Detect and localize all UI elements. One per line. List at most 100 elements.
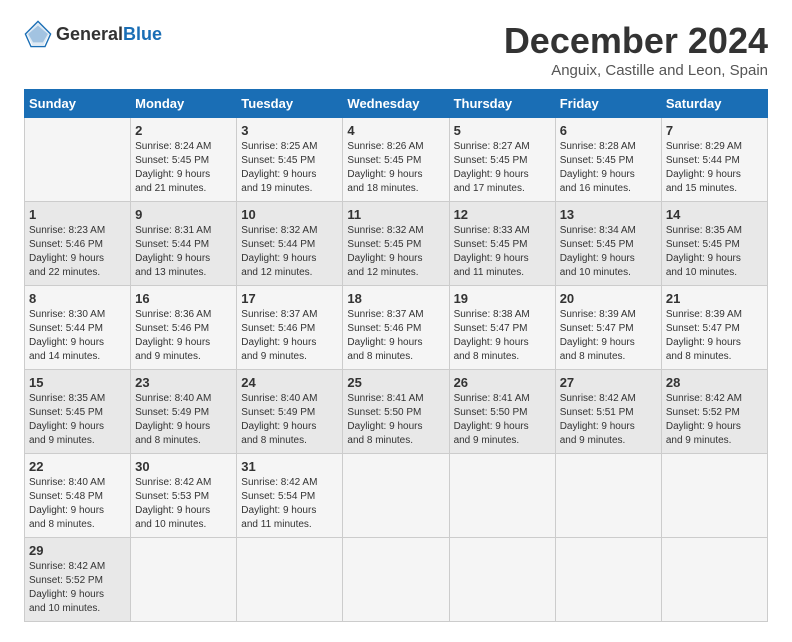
- day-number: 30: [135, 459, 232, 474]
- day-number: 20: [560, 291, 657, 306]
- day-cell: 3 Sunrise: 8:25 AM Sunset: 5:45 PM Daylig…: [237, 118, 343, 202]
- day-info: Sunrise: 8:32 AM Sunset: 5:44 PM Dayligh…: [241, 224, 338, 280]
- day-header-sunday: Sunday: [25, 90, 131, 118]
- day-number: 10: [241, 207, 338, 222]
- day-cell: 6 Sunrise: 8:28 AM Sunset: 5:45 PM Daylig…: [555, 118, 661, 202]
- week-row-4: 22Sunrise: 8:40 AM Sunset: 5:48 PM Dayli…: [25, 454, 768, 538]
- day-cell: [343, 454, 449, 538]
- day-info: Sunrise: 8:42 AM Sunset: 5:52 PM Dayligh…: [29, 560, 126, 616]
- day-info: Sunrise: 8:39 AM Sunset: 5:47 PM Dayligh…: [560, 308, 657, 364]
- day-info: Sunrise: 8:37 AM Sunset: 5:46 PM Dayligh…: [347, 308, 444, 364]
- day-info: Sunrise: 8:35 AM Sunset: 5:45 PM Dayligh…: [666, 224, 763, 280]
- day-cell: [343, 538, 449, 622]
- day-info: Sunrise: 8:30 AM Sunset: 5:44 PM Dayligh…: [29, 308, 126, 364]
- day-cell: 29Sunrise: 8:42 AM Sunset: 5:52 PM Dayli…: [25, 538, 131, 622]
- day-info: Sunrise: 8:32 AM Sunset: 5:45 PM Dayligh…: [347, 224, 444, 280]
- day-info: Sunrise: 8:35 AM Sunset: 5:45 PM Dayligh…: [29, 392, 126, 448]
- day-number: 14: [666, 207, 763, 222]
- subtitle: Anguix, Castille and Leon, Spain: [504, 62, 768, 79]
- days-header-row: SundayMondayTuesdayWednesdayThursdayFrid…: [25, 90, 768, 118]
- day-info: Sunrise: 8:26 AM Sunset: 5:45 PM Dayligh…: [347, 140, 444, 196]
- day-cell: 15 Sunrise: 8:35 AM Sunset: 5:45 PM Dayli…: [25, 370, 131, 454]
- logo-text: GeneralBlue: [56, 24, 162, 45]
- day-info: Sunrise: 8:27 AM Sunset: 5:45 PM Dayligh…: [454, 140, 551, 196]
- day-cell: 11Sunrise: 8:32 AM Sunset: 5:45 PM Dayli…: [343, 202, 449, 286]
- day-cell: 26 Sunrise: 8:41 AM Sunset: 5:50 PM Dayli…: [449, 370, 555, 454]
- day-cell: 22Sunrise: 8:40 AM Sunset: 5:48 PM Dayli…: [25, 454, 131, 538]
- logo-icon: [24, 20, 52, 48]
- day-header-wednesday: Wednesday: [343, 90, 449, 118]
- day-info: Sunrise: 8:36 AM Sunset: 5:46 PM Dayligh…: [135, 308, 232, 364]
- day-number: 2: [135, 123, 232, 138]
- month-title: December 2024: [504, 20, 768, 62]
- day-cell: [661, 454, 767, 538]
- day-info: Sunrise: 8:41 AM Sunset: 5:50 PM Dayligh…: [454, 392, 551, 448]
- day-info: Sunrise: 8:42 AM Sunset: 5:51 PM Dayligh…: [560, 392, 657, 448]
- day-number: 27: [560, 375, 657, 390]
- logo-blue: Blue: [123, 24, 162, 44]
- day-number: 5: [454, 123, 551, 138]
- day-cell: [449, 538, 555, 622]
- calendar-table: SundayMondayTuesdayWednesdayThursdayFrid…: [24, 89, 768, 622]
- logo: GeneralBlue: [24, 20, 162, 48]
- day-number: 3: [241, 123, 338, 138]
- day-cell: 24Sunrise: 8:40 AM Sunset: 5:49 PM Dayli…: [237, 370, 343, 454]
- day-cell: 28 Sunrise: 8:42 AM Sunset: 5:52 PM Dayli…: [661, 370, 767, 454]
- day-info: Sunrise: 8:29 AM Sunset: 5:44 PM Dayligh…: [666, 140, 763, 196]
- day-info: Sunrise: 8:40 AM Sunset: 5:49 PM Dayligh…: [135, 392, 232, 448]
- day-info: Sunrise: 8:40 AM Sunset: 5:49 PM Dayligh…: [241, 392, 338, 448]
- day-number: 21: [666, 291, 763, 306]
- day-header-thursday: Thursday: [449, 90, 555, 118]
- day-info: Sunrise: 8:39 AM Sunset: 5:47 PM Dayligh…: [666, 308, 763, 364]
- day-number: 15: [29, 375, 126, 390]
- day-info: Sunrise: 8:33 AM Sunset: 5:45 PM Dayligh…: [454, 224, 551, 280]
- day-number: 6: [560, 123, 657, 138]
- day-info: Sunrise: 8:25 AM Sunset: 5:45 PM Dayligh…: [241, 140, 338, 196]
- day-cell: 17Sunrise: 8:37 AM Sunset: 5:46 PM Dayli…: [237, 286, 343, 370]
- day-cell: [131, 538, 237, 622]
- day-number: 4: [347, 123, 444, 138]
- day-cell: 16 Sunrise: 8:36 AM Sunset: 5:46 PM Dayli…: [131, 286, 237, 370]
- day-info: Sunrise: 8:31 AM Sunset: 5:44 PM Dayligh…: [135, 224, 232, 280]
- day-cell: 19 Sunrise: 8:38 AM Sunset: 5:47 PM Dayli…: [449, 286, 555, 370]
- day-cell: 2 Sunrise: 8:24 AM Sunset: 5:45 PM Daylig…: [131, 118, 237, 202]
- day-number: 26: [454, 375, 551, 390]
- day-info: Sunrise: 8:42 AM Sunset: 5:52 PM Dayligh…: [666, 392, 763, 448]
- day-number: 17: [241, 291, 338, 306]
- day-header-saturday: Saturday: [661, 90, 767, 118]
- day-cell: 30 Sunrise: 8:42 AM Sunset: 5:53 PM Dayli…: [131, 454, 237, 538]
- day-number: 31: [241, 459, 338, 474]
- day-cell: [449, 454, 555, 538]
- day-cell: [237, 538, 343, 622]
- day-cell: 13Sunrise: 8:34 AM Sunset: 5:45 PM Dayli…: [555, 202, 661, 286]
- day-cell: 7Sunrise: 8:29 AM Sunset: 5:44 PM Daylig…: [661, 118, 767, 202]
- day-number: 19: [454, 291, 551, 306]
- day-cell: [661, 538, 767, 622]
- day-number: 12: [454, 207, 551, 222]
- day-number: 28: [666, 375, 763, 390]
- day-cell: [25, 118, 131, 202]
- day-cell: 5 Sunrise: 8:27 AM Sunset: 5:45 PM Daylig…: [449, 118, 555, 202]
- day-number: 1: [29, 207, 126, 222]
- day-header-friday: Friday: [555, 90, 661, 118]
- header: GeneralBlue December 2024 Anguix, Castil…: [24, 20, 768, 79]
- day-number: 16: [135, 291, 232, 306]
- day-info: Sunrise: 8:38 AM Sunset: 5:47 PM Dayligh…: [454, 308, 551, 364]
- day-cell: 10 Sunrise: 8:32 AM Sunset: 5:44 PM Dayli…: [237, 202, 343, 286]
- day-cell: 1Sunrise: 8:23 AM Sunset: 5:46 PM Daylig…: [25, 202, 131, 286]
- day-info: Sunrise: 8:42 AM Sunset: 5:54 PM Dayligh…: [241, 476, 338, 532]
- week-row-0: 2 Sunrise: 8:24 AM Sunset: 5:45 PM Daylig…: [25, 118, 768, 202]
- day-cell: [555, 538, 661, 622]
- day-info: Sunrise: 8:40 AM Sunset: 5:48 PM Dayligh…: [29, 476, 126, 532]
- day-cell: 4 Sunrise: 8:26 AM Sunset: 5:45 PM Daylig…: [343, 118, 449, 202]
- day-info: Sunrise: 8:41 AM Sunset: 5:50 PM Dayligh…: [347, 392, 444, 448]
- day-info: Sunrise: 8:24 AM Sunset: 5:45 PM Dayligh…: [135, 140, 232, 196]
- day-number: 9: [135, 207, 232, 222]
- day-cell: 27 Sunrise: 8:42 AM Sunset: 5:51 PM Dayli…: [555, 370, 661, 454]
- day-info: Sunrise: 8:28 AM Sunset: 5:45 PM Dayligh…: [560, 140, 657, 196]
- day-cell: 23Sunrise: 8:40 AM Sunset: 5:49 PM Dayli…: [131, 370, 237, 454]
- day-cell: 18Sunrise: 8:37 AM Sunset: 5:46 PM Dayli…: [343, 286, 449, 370]
- day-cell: 8Sunrise: 8:30 AM Sunset: 5:44 PM Daylig…: [25, 286, 131, 370]
- day-info: Sunrise: 8:42 AM Sunset: 5:53 PM Dayligh…: [135, 476, 232, 532]
- week-row-5: 29Sunrise: 8:42 AM Sunset: 5:52 PM Dayli…: [25, 538, 768, 622]
